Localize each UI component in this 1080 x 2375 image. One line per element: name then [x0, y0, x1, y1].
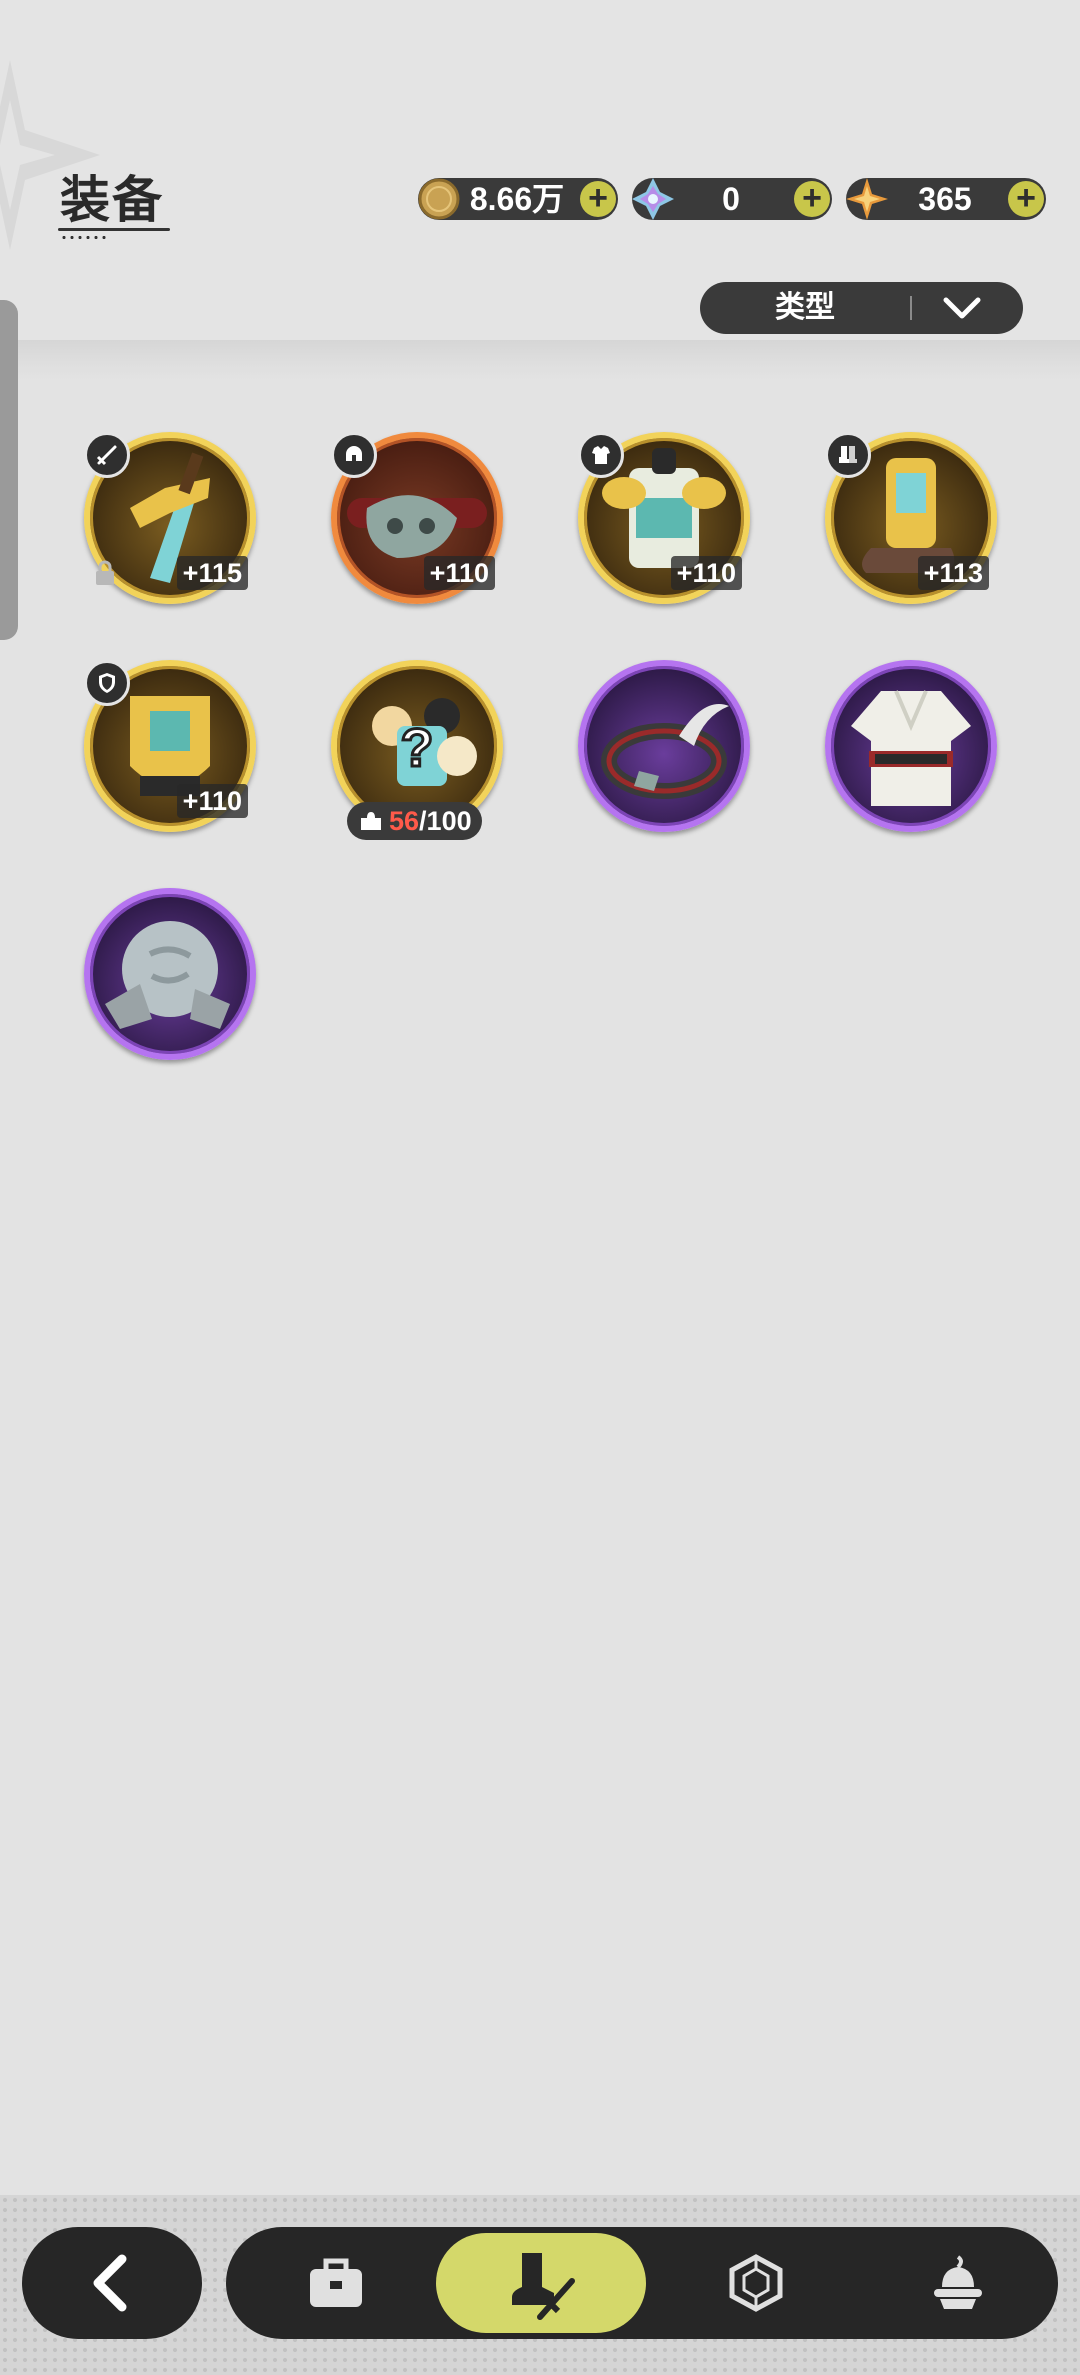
equipment-item-sword[interactable]: +115 [84, 432, 256, 604]
side-drawer-handle[interactable] [0, 300, 18, 640]
slot-armor-badge [578, 432, 624, 478]
item-level: +110 [670, 556, 742, 590]
nav-tab-bag[interactable] [266, 2227, 406, 2339]
slot-boots-badge [825, 432, 871, 478]
add-star-button[interactable]: + [1008, 181, 1044, 217]
stone-art [105, 921, 230, 1029]
headband-art [601, 704, 729, 799]
boots-icon [839, 446, 857, 463]
slot-helmet-badge [331, 432, 377, 478]
title-underline [58, 228, 170, 231]
currency-star: 365 + [846, 178, 1046, 220]
robe-art [851, 690, 971, 806]
nav-tab-pudding[interactable] [888, 2227, 1028, 2339]
slot-shield-badge [84, 660, 130, 706]
bottom-nav-bar [226, 2227, 1058, 2339]
equipment-item-stone[interactable] [84, 888, 256, 1060]
dropdown-divider [910, 296, 912, 320]
equipment-item-boots[interactable]: +113 [825, 432, 997, 604]
briefcase-icon [310, 2258, 362, 2307]
type-filter-dropdown[interactable]: 类型 [700, 282, 1023, 334]
add-gold-button[interactable]: + [580, 181, 616, 217]
sword-icon [96, 445, 117, 466]
item-level: +110 [423, 556, 495, 590]
puzzle-piece-icon [361, 812, 381, 830]
page-title: 装备 [60, 172, 164, 228]
item-level: +110 [176, 784, 248, 818]
gold-amount: 8.66万 [469, 181, 565, 217]
header-shadow [0, 340, 1080, 380]
shard-total-count: /100 [419, 806, 472, 836]
equipment-item-headband[interactable] [578, 660, 750, 832]
star-amount: 365 [918, 181, 972, 217]
chevron-down-icon [943, 297, 981, 319]
crystal-amount: 0 [722, 181, 740, 217]
add-crystal-button[interactable]: + [794, 181, 830, 217]
back-button[interactable] [22, 2227, 202, 2339]
lock-icon [96, 560, 114, 585]
item-level: +113 [917, 556, 989, 590]
armor-icon [592, 446, 610, 464]
equipment-item-robe[interactable] [825, 660, 997, 832]
pudding-icon [934, 2255, 982, 2309]
shard-current-count: 56 [389, 806, 420, 836]
hexagon-gem-icon [729, 2254, 783, 2312]
back-arrow-icon [93, 2254, 127, 2312]
helmet-icon [346, 446, 362, 461]
nav-tab-equipment[interactable] [436, 2233, 646, 2333]
equipment-item-helmet[interactable]: +110 [331, 432, 503, 604]
nav-tab-gem[interactable] [686, 2227, 826, 2339]
title-dots [60, 236, 106, 239]
svg-text:?: ? [401, 718, 434, 778]
type-filter-label: 类型 [775, 291, 835, 324]
equipment-item-mystery-shard[interactable]: ? 56/100 [331, 660, 503, 840]
shield-icon [99, 673, 115, 693]
currency-gold: 8.66万 + [418, 178, 618, 220]
boot-and-sword-icon [512, 2253, 575, 2320]
slot-sword-badge [84, 432, 130, 478]
equipment-item-shield[interactable]: +110 [84, 660, 256, 832]
item-level: +115 [176, 556, 248, 590]
shard-progress: 56/100 [347, 802, 482, 840]
currency-crystal: 0 + [632, 178, 832, 220]
equipment-item-armor[interactable]: +110 [578, 432, 750, 604]
